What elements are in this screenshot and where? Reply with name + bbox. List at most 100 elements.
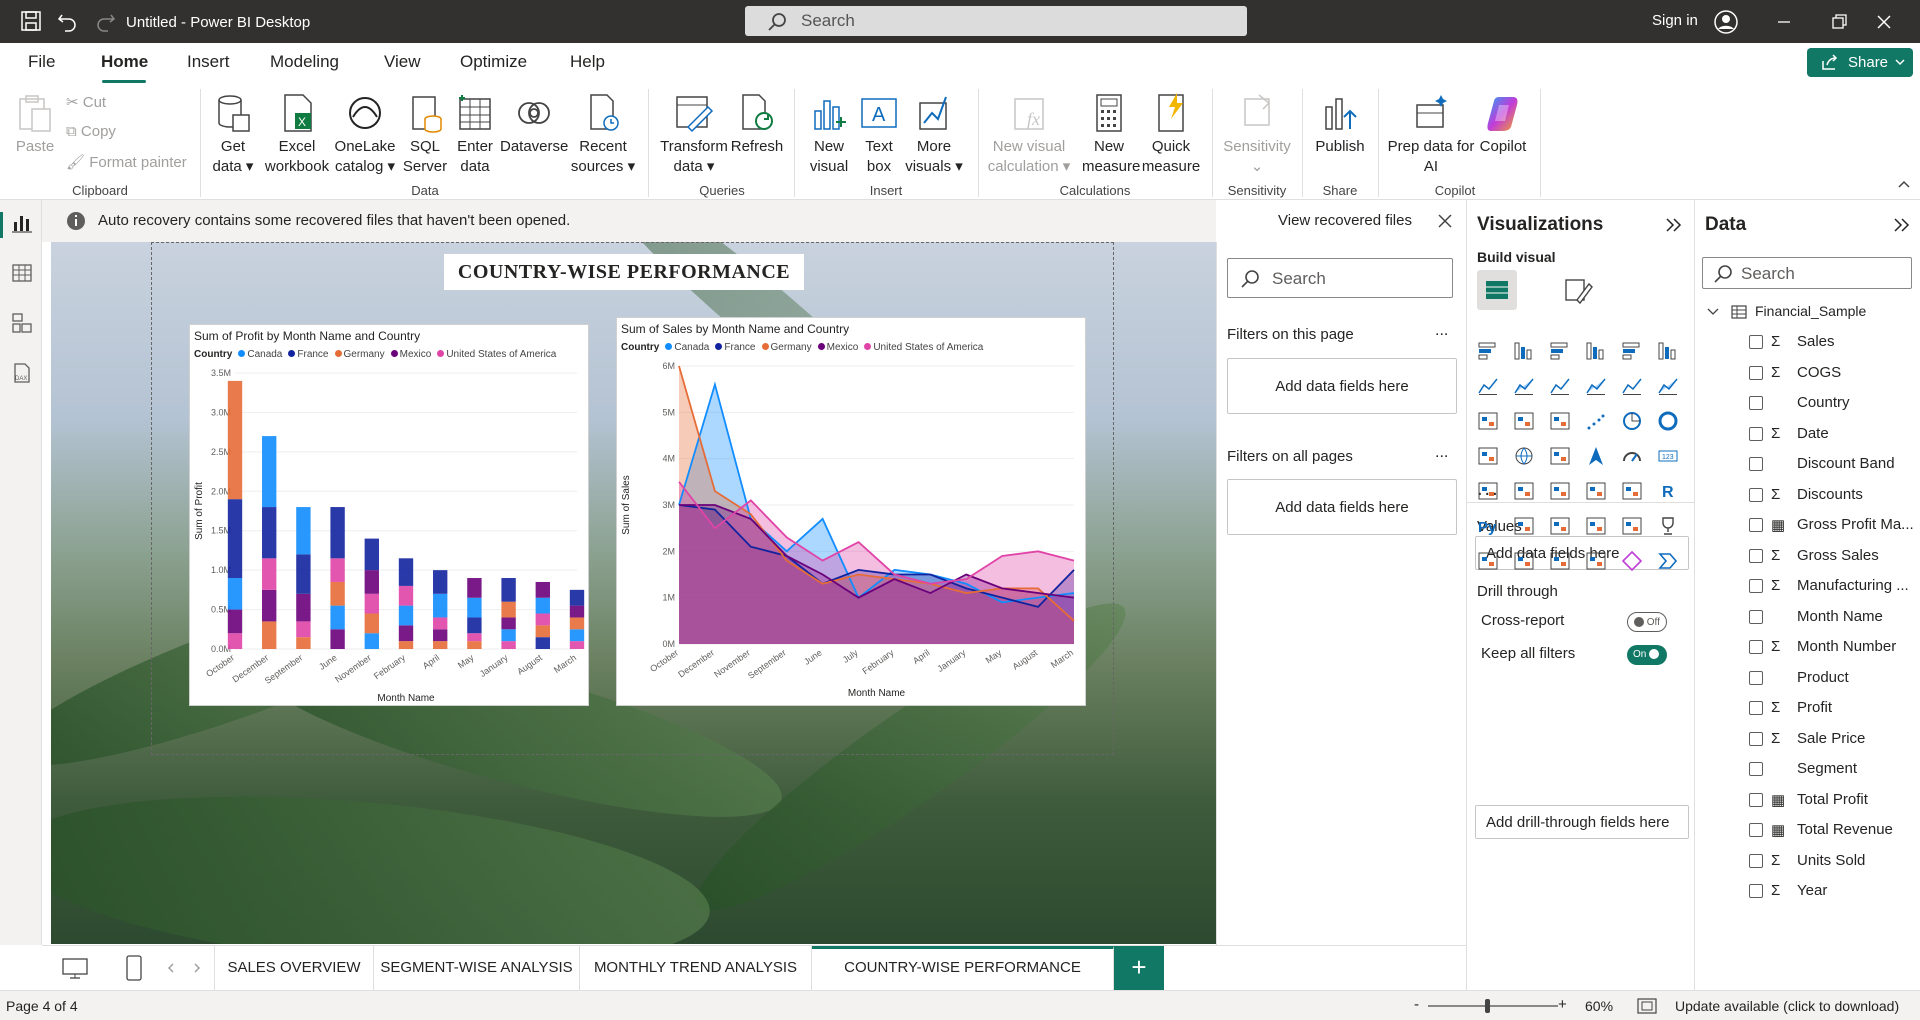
profit-band-canada[interactable] [364, 633, 379, 649]
profit-band-united-states-of-america[interactable] [330, 558, 345, 582]
filter-search-input[interactable]: Search [1227, 258, 1453, 298]
field-row[interactable]: Σ Year [1695, 877, 1920, 907]
keep-all-filters-toggle[interactable]: On [1627, 645, 1667, 665]
refresh-button[interactable]: Refresh [730, 93, 784, 157]
profit-band-germany[interactable] [262, 621, 277, 649]
drill-through-drop-zone[interactable]: Add drill-through fields here [1475, 805, 1689, 839]
table-view-icon[interactable] [11, 262, 33, 284]
goals-icon[interactable] [1657, 515, 1679, 537]
dax-query-view-icon[interactable]: DAX [11, 362, 33, 384]
save-icon[interactable] [20, 10, 42, 32]
card-new-icon[interactable] [1513, 550, 1535, 572]
tab-sales-overview[interactable]: SALES OVERVIEW [214, 946, 374, 990]
field-row[interactable]: ▦ Gross Profit Ma... [1695, 511, 1920, 541]
filled-map-icon[interactable] [1549, 445, 1571, 467]
scatter-icon[interactable] [1585, 410, 1607, 432]
waterfall-icon[interactable] [1513, 410, 1535, 432]
profit-band-united-states-of-america[interactable] [569, 641, 585, 649]
field-checkbox[interactable] [1749, 884, 1763, 898]
area-icon[interactable] [1513, 375, 1535, 397]
profit-band-canada[interactable] [398, 605, 414, 626]
field-row[interactable]: Σ Month Number [1695, 633, 1920, 663]
line-stacked-icon[interactable] [1477, 410, 1499, 432]
profit-band-canada[interactable] [569, 629, 585, 642]
undo-icon[interactable] [56, 10, 78, 32]
view-recovered-files-button[interactable]: View recovered files [1270, 208, 1420, 236]
onelake-catalog-button[interactable]: OneLake catalog ▾ [332, 93, 398, 177]
profit-band-france[interactable] [433, 570, 448, 594]
python-icon[interactable]: Py [1477, 515, 1499, 537]
treemap-icon[interactable] [1477, 445, 1499, 467]
recent-sources-button[interactable]: Recent sources ▾ [570, 93, 636, 177]
qa-icon[interactable] [1585, 515, 1607, 537]
profit-band-mexico[interactable] [364, 570, 379, 594]
power-automate-icon[interactable] [1585, 550, 1607, 572]
multi-row-card-icon[interactable] [1477, 480, 1499, 502]
zoom-out-button[interactable]: - [1414, 996, 1419, 1013]
profit-band-france[interactable] [296, 554, 311, 594]
account-icon[interactable] [1714, 10, 1738, 34]
field-checkbox[interactable] [1749, 640, 1763, 654]
profit-band-france[interactable] [398, 558, 414, 586]
profit-band-germany[interactable] [433, 641, 448, 649]
decomposition-tree-icon[interactable] [1549, 515, 1571, 537]
menu-view[interactable]: View [384, 52, 421, 72]
field-checkbox[interactable] [1749, 579, 1763, 593]
diamond-icon[interactable] [1621, 550, 1643, 572]
r-script-icon[interactable]: R [1657, 480, 1679, 502]
chevron-right-icon[interactable] [192, 963, 202, 973]
profit-band-united-states-of-america[interactable] [535, 613, 550, 626]
field-row[interactable]: Σ Sales [1695, 328, 1920, 358]
gauge-icon[interactable] [1621, 445, 1643, 467]
card-icon[interactable]: 123 [1657, 445, 1679, 467]
kpi-icon[interactable] [1513, 480, 1535, 502]
restore-icon[interactable] [1829, 12, 1849, 32]
profit-band-canada[interactable] [501, 629, 516, 642]
more-options-icon[interactable]: ... [1435, 444, 1448, 462]
field-checkbox[interactable] [1749, 701, 1763, 715]
chevron-left-icon[interactable] [166, 963, 176, 973]
report-view-icon[interactable] [11, 212, 33, 234]
profit-band-france[interactable] [227, 499, 243, 579]
funnel-icon[interactable] [1549, 410, 1571, 432]
share-button[interactable]: Share [1807, 48, 1913, 77]
collapse-pane-icon[interactable] [1665, 217, 1683, 233]
profit-band-united-states-of-america[interactable] [433, 617, 448, 630]
sql-server-button[interactable]: SQL Server [400, 93, 450, 177]
get-data-button[interactable]: Get data ▾ [207, 93, 259, 177]
donut-icon[interactable] [1657, 410, 1679, 432]
profit-band-mexico[interactable] [398, 625, 414, 642]
chevron-icon[interactable] [1657, 550, 1679, 572]
profit-band-united-states-of-america[interactable] [262, 558, 277, 590]
tab-segment-wise-analysis[interactable]: SEGMENT-WISE ANALYSIS [374, 946, 580, 990]
profit-band-france[interactable] [330, 507, 345, 559]
menu-optimize[interactable]: Optimize [460, 52, 527, 72]
profit-band-germany[interactable] [569, 617, 585, 630]
profit-band-united-states-of-america[interactable] [364, 593, 379, 614]
page-filter-drop-zone[interactable]: Add data fields here [1227, 358, 1457, 414]
field-row[interactable]: Σ COGS [1695, 359, 1920, 389]
stacked-area-icon[interactable] [1549, 375, 1571, 397]
paginated-icon[interactable] [1477, 550, 1499, 572]
field-row[interactable]: Σ Profit [1695, 694, 1920, 724]
map-icon[interactable] [1513, 445, 1535, 467]
enter-data-button[interactable]: Enter data [452, 93, 498, 177]
profit-band-france[interactable] [535, 637, 550, 649]
line-column-icon[interactable] [1621, 375, 1643, 397]
field-row[interactable]: Month Name [1695, 603, 1920, 633]
profit-band-mexico[interactable] [433, 629, 448, 642]
field-row[interactable]: Σ Discounts [1695, 481, 1920, 511]
profit-band-mexico[interactable] [262, 589, 277, 622]
prep-data-ai-button[interactable]: Prep data for AI [1386, 93, 1476, 177]
field-row[interactable]: Σ Date [1695, 420, 1920, 450]
field-checkbox[interactable] [1749, 457, 1763, 471]
paste-button[interactable]: Paste [12, 93, 58, 157]
menu-modeling[interactable]: Modeling [270, 52, 339, 72]
profit-band-germany[interactable] [501, 601, 516, 618]
add-page-button[interactable]: + [1114, 946, 1164, 990]
report-canvas[interactable]: COUNTRY-WISE PERFORMANCE Sum of Profit b… [51, 242, 1216, 944]
field-checkbox[interactable] [1749, 426, 1763, 441]
profit-band-germany[interactable] [227, 380, 243, 500]
copilot-button[interactable]: Copilot [1468, 93, 1538, 157]
line-clustered-icon[interactable] [1657, 375, 1679, 397]
